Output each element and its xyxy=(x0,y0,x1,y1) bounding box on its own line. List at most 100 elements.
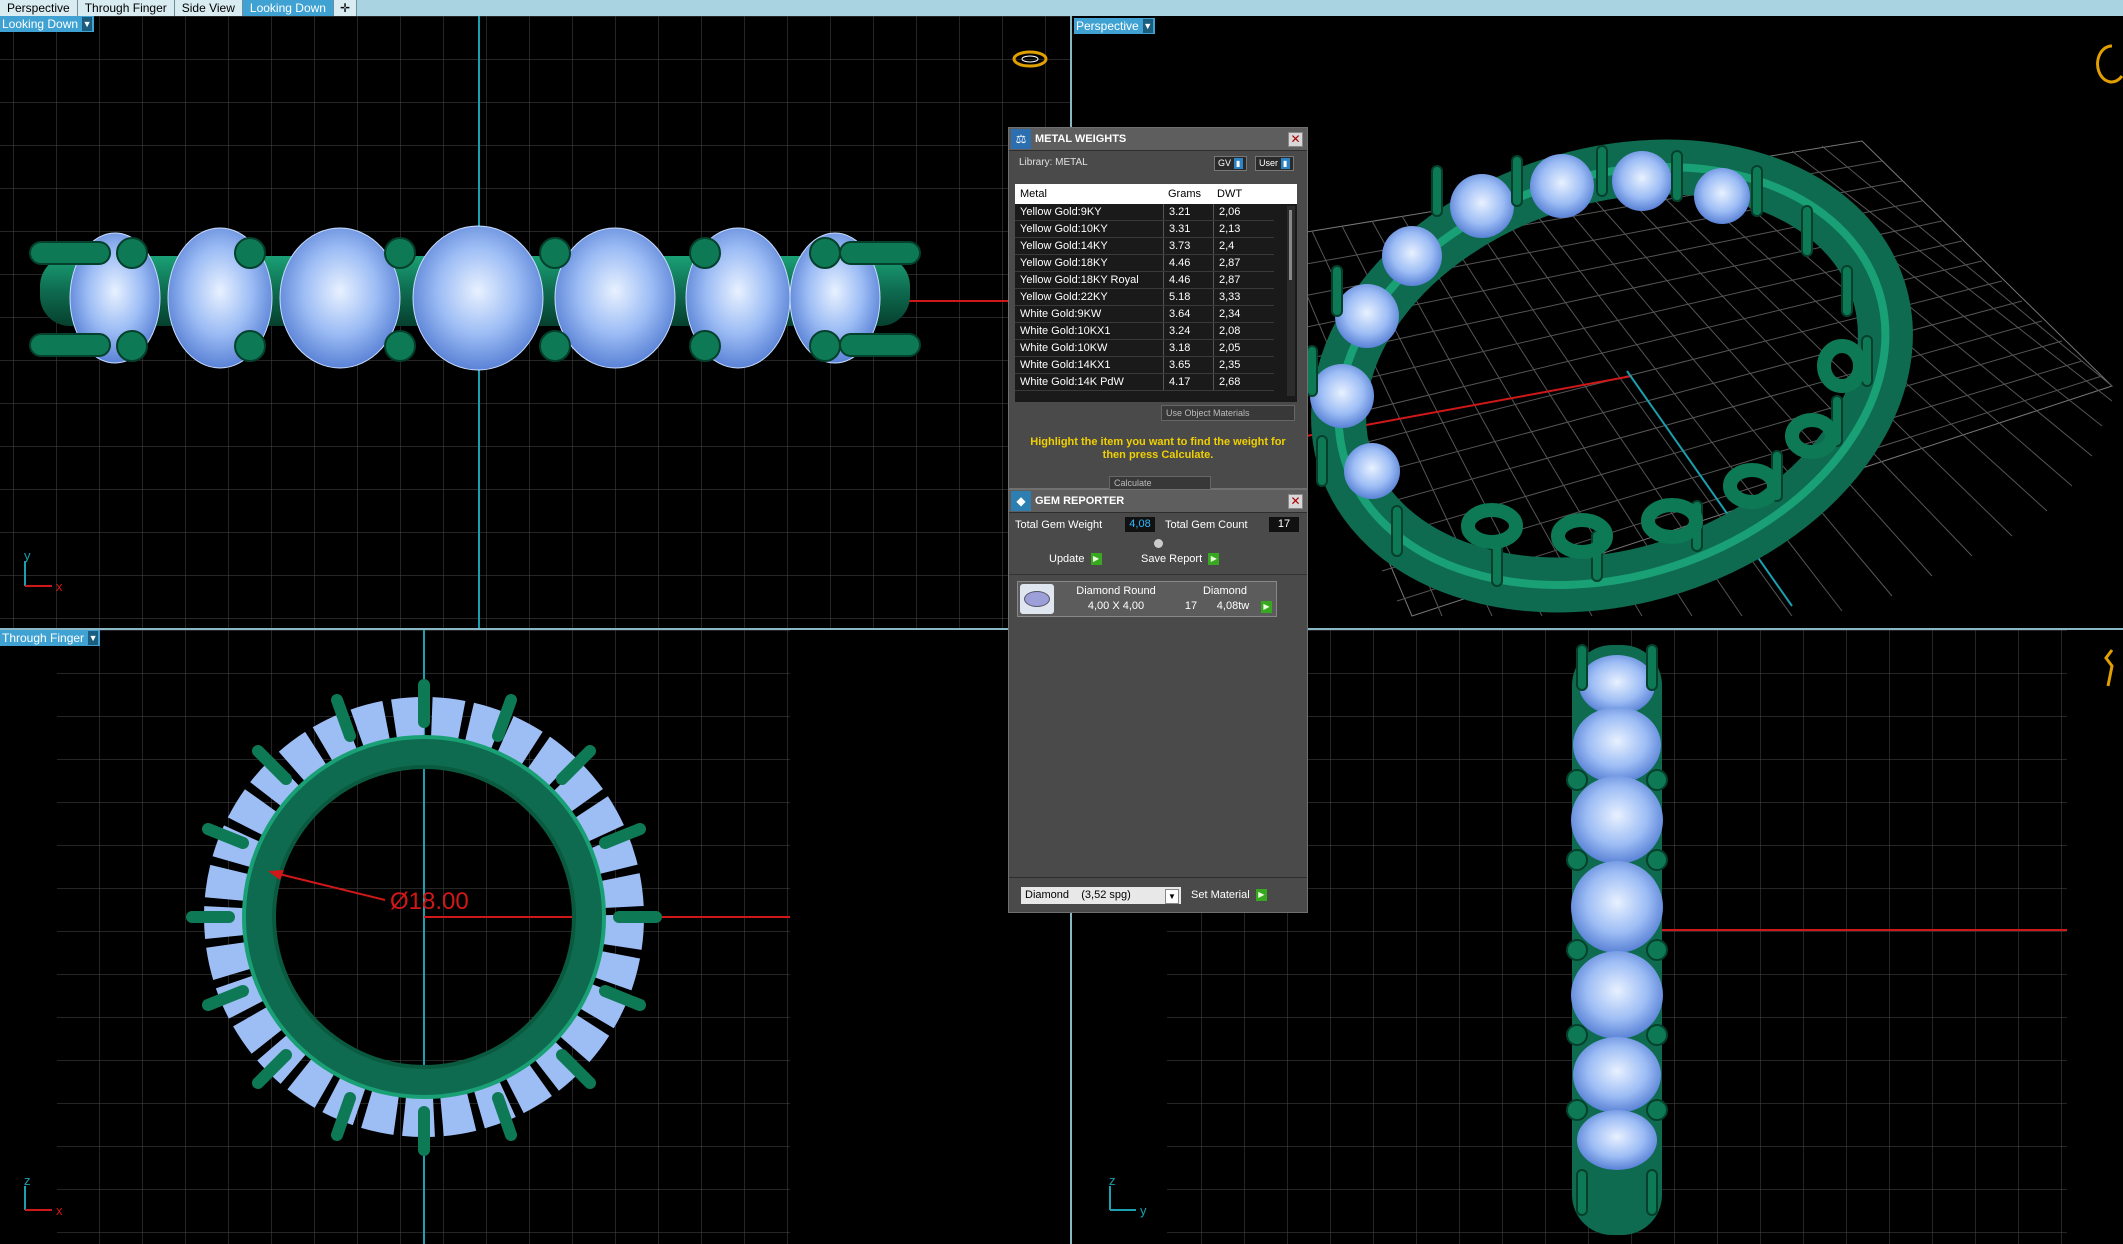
gem-count: 17 xyxy=(1184,600,1198,612)
add-tab-icon[interactable]: ✛ xyxy=(333,0,358,16)
user-toggle[interactable]: User ▮ xyxy=(1255,156,1294,171)
chevron-down-icon[interactable]: ▼ xyxy=(82,17,93,31)
metal-grams: 3.18 xyxy=(1163,339,1214,357)
metal-dwt: 2,06 xyxy=(1213,204,1274,221)
set-material-button[interactable]: Set Material ▶ xyxy=(1191,889,1267,901)
metal-name: Yellow Gold:18KY xyxy=(1015,254,1164,272)
tab-looking-down[interactable]: Looking Down xyxy=(242,0,334,16)
metal-dwt: 2,35 xyxy=(1213,356,1274,374)
metal-dwt: 2,87 xyxy=(1213,254,1274,272)
save-report-button[interactable]: Save Report ▶ xyxy=(1141,553,1220,565)
viewport-label-text: Perspective xyxy=(1076,19,1139,33)
metal-row[interactable]: Yellow Gold:14KY 3.73 2,4 xyxy=(1015,237,1274,255)
metal-dwt: 3,33 xyxy=(1213,288,1274,306)
material-select[interactable]: Diamond (3,52 spg) ▼ xyxy=(1021,887,1181,904)
splitter-handle[interactable] xyxy=(1154,539,1163,548)
col-dwt: DWT xyxy=(1217,188,1243,200)
metal-weights-title: METAL WEIGHTS xyxy=(1035,133,1127,145)
chevron-down-icon[interactable]: ▼ xyxy=(1165,889,1179,904)
axis-z-label: z xyxy=(24,1173,31,1188)
metal-grams: 4.46 xyxy=(1163,271,1214,289)
looking-down-canvas: y x xyxy=(0,16,1070,628)
ring-gizmo-icon[interactable] xyxy=(2104,649,2114,687)
update-button[interactable]: Update ▶ xyxy=(1049,553,1102,565)
scrollbar[interactable] xyxy=(1287,206,1295,396)
metal-weights-panel: ⚖ METAL WEIGHTS ✕ Library: METAL GV ▮ Us… xyxy=(1008,127,1308,490)
gem-reporter-titlebar[interactable]: ◆ GEM REPORTER ✕ xyxy=(1009,490,1307,513)
viewport-label-looking-down[interactable]: Looking Down ▼ xyxy=(0,16,95,32)
metal-dwt: 2,05 xyxy=(1213,339,1274,357)
metal-grams: 4.17 xyxy=(1163,373,1214,391)
metal-name: Yellow Gold:22KY xyxy=(1015,288,1164,306)
metal-dwt: 2,13 xyxy=(1213,220,1274,238)
axis-x-label: x xyxy=(56,1203,63,1218)
gv-toggle[interactable]: GV ▮ xyxy=(1214,156,1247,171)
metal-name: Yellow Gold:14KY xyxy=(1015,237,1164,255)
close-icon[interactable]: ✕ xyxy=(1288,132,1303,147)
total-gem-count-value: 17 xyxy=(1269,517,1299,532)
ring-side-view xyxy=(1566,644,1668,1235)
metal-row[interactable]: White Gold:14K PdW 4.17 2,68 xyxy=(1015,373,1274,391)
metal-row[interactable]: White Gold:10KW 3.18 2,05 xyxy=(1015,339,1274,357)
toggle-icon: ▮ xyxy=(1280,158,1290,170)
gem-material: Diamond xyxy=(1202,585,1248,597)
ring-perspective xyxy=(1306,139,1913,613)
play-icon: ▶ xyxy=(1208,553,1220,565)
gem-shape: Diamond Round xyxy=(1076,585,1156,597)
viewport-label-perspective[interactable]: Perspective ▼ xyxy=(1074,18,1155,34)
metal-row[interactable]: Yellow Gold:9KY 3.21 2,06 xyxy=(1015,204,1274,221)
metal-grams: 4.46 xyxy=(1163,254,1214,272)
viewport-label-text: Looking Down xyxy=(2,17,79,31)
metal-row[interactable]: White Gold:10KX1 3.24 2,08 xyxy=(1015,322,1274,340)
tab-side-view[interactable]: Side View xyxy=(174,0,243,16)
calculate-button[interactable]: Calculate xyxy=(1109,476,1211,490)
gems-row-top xyxy=(69,225,881,371)
tab-through-finger[interactable]: Through Finger xyxy=(77,0,175,16)
chevron-down-icon[interactable]: ▼ xyxy=(1142,19,1153,33)
viewport-through-finger[interactable]: Ø18.00 z x Through Finger ▼ xyxy=(0,630,1070,1244)
metal-row[interactable]: Yellow Gold:10KY 3.31 2,13 xyxy=(1015,220,1274,238)
metal-weights-titlebar[interactable]: ⚖ METAL WEIGHTS ✕ xyxy=(1009,128,1307,151)
metal-name: White Gold:10KW xyxy=(1015,339,1164,357)
metal-grams: 3.24 xyxy=(1163,322,1214,340)
use-object-materials-label: Use Object Materials xyxy=(1166,408,1250,418)
chevron-down-icon[interactable]: ▼ xyxy=(88,631,99,645)
metal-row[interactable]: Yellow Gold:22KY 5.18 3,33 xyxy=(1015,288,1274,306)
metal-table-header: Metal Grams DWT xyxy=(1015,184,1297,204)
col-metal: Metal xyxy=(1020,188,1047,200)
total-gem-weight-label: Total Gem Weight xyxy=(1015,519,1103,531)
material-select-value: Diamond (3,52 spg) xyxy=(1025,889,1131,901)
scale-icon: ⚖ xyxy=(1011,129,1031,149)
axis-z-label: z xyxy=(1109,1173,1116,1188)
metal-dwt: 2,87 xyxy=(1213,271,1274,289)
through-finger-canvas: Ø18.00 z x xyxy=(24,630,790,1244)
metal-table: Metal Grams DWT Yellow Gold:9KY 3.21 2,06 Y… xyxy=(1015,184,1297,402)
gv-toggle-label: GV xyxy=(1218,158,1232,168)
tab-perspective[interactable]: Perspective xyxy=(0,0,78,16)
viewport-looking-down[interactable]: y x Looking Down ▼ xyxy=(0,16,1070,628)
metal-name: Yellow Gold:9KY xyxy=(1015,204,1164,221)
diameter-dimension[interactable]: Ø18.00 xyxy=(390,888,469,915)
metal-name: White Gold:14K PdW xyxy=(1015,373,1164,391)
ring-gizmo-icon[interactable] xyxy=(2096,44,2123,84)
metal-grams: 3.21 xyxy=(1163,204,1214,221)
gem-row[interactable]: Diamond Round 4,00 X 4,00 Diamond 17 4,0… xyxy=(1017,581,1277,617)
metal-dwt: 2,08 xyxy=(1213,322,1274,340)
metal-dwt: 2,4 xyxy=(1213,237,1274,255)
play-icon: ▶ xyxy=(1255,889,1267,901)
gem-reporter-panel: ◆ GEM REPORTER ✕ Total Gem Weight 4,08 T… xyxy=(1008,489,1308,913)
metal-row[interactable]: Yellow Gold:18KY Royal 4.46 2,87 xyxy=(1015,271,1274,289)
metal-row[interactable]: Yellow Gold:18KY 4.46 2,87 xyxy=(1015,254,1274,272)
play-icon[interactable]: ▶ xyxy=(1261,601,1272,613)
close-icon[interactable]: ✕ xyxy=(1288,494,1303,509)
metal-name: White Gold:10KX1 xyxy=(1015,322,1164,340)
metal-row[interactable]: White Gold:9KW 3.64 2,34 xyxy=(1015,305,1274,323)
user-toggle-label: User xyxy=(1259,158,1279,168)
metal-row[interactable]: White Gold:14KX1 3.65 2,35 xyxy=(1015,356,1274,374)
viewport-label-text: Through Finger xyxy=(2,631,85,645)
use-object-materials-toggle[interactable]: Use Object Materials xyxy=(1161,405,1295,421)
total-gem-weight-value: 4,08 xyxy=(1125,517,1155,532)
axis-y-label: y xyxy=(24,548,31,563)
viewport-label-through-finger[interactable]: Through Finger ▼ xyxy=(0,630,101,646)
play-icon: ▶ xyxy=(1090,553,1102,565)
